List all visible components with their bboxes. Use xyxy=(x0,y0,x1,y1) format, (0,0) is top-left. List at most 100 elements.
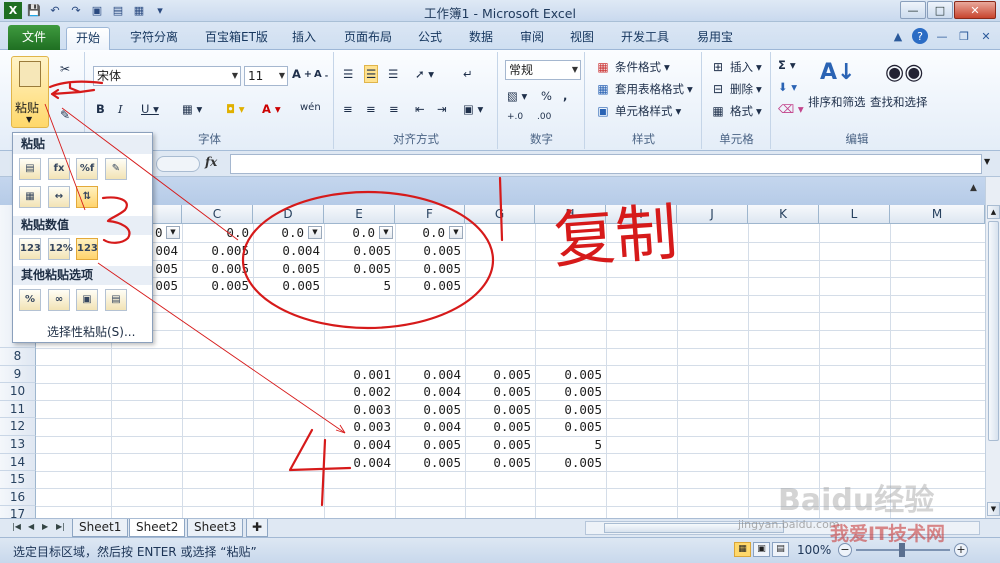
cell[interactable]: 0.005 xyxy=(465,383,535,400)
phonetic-icon[interactable]: wén xyxy=(300,102,321,113)
bold-icon[interactable]: B xyxy=(96,102,105,116)
page-break-view-icon[interactable]: ▤ xyxy=(772,542,789,557)
decrease-indent-icon[interactable]: ⇤ xyxy=(415,102,425,116)
cell[interactable]: 0.003 xyxy=(324,401,395,418)
orientation-icon[interactable]: ➚ ▾ xyxy=(415,67,434,81)
cell[interactable]: 0.004 xyxy=(324,436,395,453)
autosum-icon[interactable]: Σ ▾ xyxy=(778,58,796,72)
scroll-up-icon[interactable]: ▲ xyxy=(987,205,1000,219)
row-header[interactable]: 10 xyxy=(0,383,36,401)
tab-data[interactable]: 数据 xyxy=(460,27,502,50)
linked-picture-icon[interactable]: ▤ xyxy=(105,289,127,311)
scroll-down-icon[interactable]: ▼ xyxy=(987,502,1000,516)
cell[interactable]: 0.004 xyxy=(253,242,324,259)
cell[interactable]: 0.005 xyxy=(465,418,535,435)
conditional-format-button[interactable]: ▦ 条件格式 ▾ xyxy=(594,58,669,76)
workbook-minimize-icon[interactable]: — xyxy=(934,28,950,44)
tab-char-split[interactable]: 字符分离 xyxy=(121,27,187,50)
column-header[interactable]: H xyxy=(535,205,606,224)
align-bottom-icon[interactable]: ☰ xyxy=(388,67,398,81)
help-icon[interactable]: ? xyxy=(912,28,928,44)
paste-link-icon[interactable]: ∞ xyxy=(48,289,70,311)
collapse-ribbon-icon[interactable]: ▲ xyxy=(890,28,906,44)
fill-color-icon[interactable]: ◘ ▾ xyxy=(226,102,245,116)
next-sheet-icon[interactable]: ▶ xyxy=(42,522,48,531)
zoom-in-icon[interactable]: + xyxy=(954,543,968,557)
column-header[interactable]: J xyxy=(677,205,748,224)
row-header[interactable]: 14 xyxy=(0,453,36,472)
percent-icon[interactable]: % xyxy=(541,89,552,103)
tab-file[interactable]: 文件 xyxy=(8,25,61,50)
column-header[interactable]: M xyxy=(890,205,985,224)
prev-sheet-icon[interactable]: ◀ xyxy=(28,522,34,531)
merge-center-icon[interactable]: ▣ ▾ xyxy=(463,102,483,116)
underline-icon[interactable]: U ▾ xyxy=(141,102,159,116)
align-center-icon[interactable]: ≡ xyxy=(366,102,376,116)
filter-dropdown-icon[interactable]: ▼ xyxy=(449,226,463,239)
page-layout-view-icon[interactable]: ▣ xyxy=(753,542,770,557)
find-select-label[interactable]: 查找和选择 xyxy=(870,94,928,110)
clear-icon[interactable]: ⌫ ▾ xyxy=(778,102,804,116)
row-header[interactable]: 11 xyxy=(0,400,36,419)
increase-indent-icon[interactable]: ⇥ xyxy=(437,102,447,116)
cell[interactable]: 0.003 xyxy=(324,418,395,435)
cell[interactable]: 0.005 xyxy=(535,383,606,400)
zoom-out-icon[interactable]: − xyxy=(838,543,852,557)
cell[interactable]: 0.005 xyxy=(465,454,535,471)
align-middle-icon[interactable]: ☰ xyxy=(364,65,379,83)
normal-view-icon[interactable]: ▦ xyxy=(734,542,751,557)
keep-source-formatting-icon[interactable]: ✎ xyxy=(105,158,127,180)
paste-values-icon[interactable]: 123 xyxy=(19,238,41,260)
cell[interactable]: 0.0 xyxy=(324,224,379,241)
cell[interactable]: 5 xyxy=(535,436,606,453)
row-header[interactable]: 12 xyxy=(0,418,36,436)
new-sheet-icon[interactable]: ✚ xyxy=(246,519,268,537)
column-header[interactable]: I xyxy=(606,205,677,224)
workbook-restore-icon[interactable]: ❐ xyxy=(956,28,972,44)
filter-dropdown-icon[interactable]: ▼ xyxy=(308,226,322,239)
sheet-tab-sheet3[interactable]: Sheet3 xyxy=(187,519,244,537)
cell[interactable]: 0.005 xyxy=(182,242,253,259)
cell[interactable]: 0.005 xyxy=(395,277,465,294)
workbook-close-icon[interactable]: ✕ xyxy=(978,28,994,44)
cell[interactable]: 0.005 xyxy=(535,418,606,435)
align-left-icon[interactable]: ≡ xyxy=(343,102,353,116)
cell[interactable]: 0.005 xyxy=(535,366,606,383)
cell[interactable]: 0.002 xyxy=(324,383,395,400)
filter-dropdown-icon[interactable]: ▼ xyxy=(166,226,180,239)
column-header[interactable]: L xyxy=(819,205,890,224)
transpose-icon[interactable]: ⇅ xyxy=(76,186,98,208)
cut-icon[interactable]: ✂ xyxy=(56,60,74,78)
maximize-button[interactable]: □ xyxy=(927,1,953,19)
cell[interactable]: 0.005 xyxy=(253,277,324,294)
cell[interactable]: 0.004 xyxy=(324,454,395,471)
close-button[interactable]: ✕ xyxy=(954,1,996,19)
cell[interactable]: 0.0 xyxy=(182,224,253,241)
last-sheet-icon[interactable]: ▶| xyxy=(56,522,65,531)
hscroll-thumb[interactable] xyxy=(604,523,784,533)
formula-input[interactable] xyxy=(230,154,982,174)
cell[interactable]: 0.005 xyxy=(395,454,465,471)
tab-review[interactable]: 审阅 xyxy=(511,27,553,50)
format-cells-button[interactable]: ▦ 格式 ▾ xyxy=(709,102,761,120)
align-right-icon[interactable]: ≡ xyxy=(389,102,399,116)
column-header[interactable]: G xyxy=(465,205,535,224)
cell[interactable]: 0.005 xyxy=(535,454,606,471)
paste-formulas-number-format-icon[interactable]: %f xyxy=(76,158,98,180)
grow-font-icon[interactable]: A + xyxy=(292,67,312,81)
cell[interactable]: 0.005 xyxy=(395,436,465,453)
number-format-select[interactable]: 常规 ▼ xyxy=(505,60,581,80)
cell[interactable]: 0.001 xyxy=(324,366,395,383)
expand-formula-bar-icon[interactable]: ▼ xyxy=(984,157,990,166)
row-header[interactable]: 9 xyxy=(0,365,36,384)
wrap-text-icon[interactable]: ↵ xyxy=(463,67,473,81)
tab-baibaoxiang[interactable]: 百宝箱ET版 xyxy=(196,27,277,50)
italic-icon[interactable]: I xyxy=(118,102,123,116)
tab-insert[interactable]: 插入 xyxy=(283,27,325,50)
column-header[interactable]: E xyxy=(324,205,395,224)
tab-home[interactable]: 开始 xyxy=(66,27,111,50)
row-header[interactable]: 8 xyxy=(0,348,36,366)
cell[interactable]: 0.005 xyxy=(465,436,535,453)
font-size-select[interactable]: 11 ▼ xyxy=(244,66,288,86)
insert-function-icon[interactable]: fx xyxy=(205,155,217,169)
